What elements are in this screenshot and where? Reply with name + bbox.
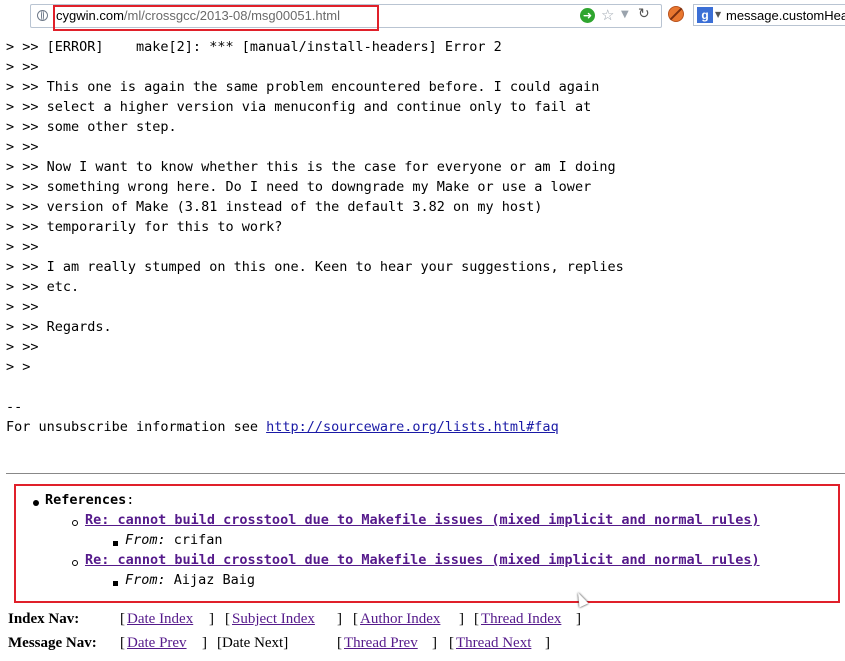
quoted-line: > > <box>6 359 31 375</box>
bracket: ] <box>209 611 214 627</box>
bracket: ] <box>576 611 581 627</box>
bullet-square-icon <box>113 581 118 586</box>
url-highlight-box <box>53 5 379 31</box>
quoted-line: > >> <box>6 239 39 255</box>
subject-index-link[interactable]: Subject Index <box>232 611 315 628</box>
reference-link-2[interactable]: Re: cannot build crosstool due to Makefi… <box>85 552 760 568</box>
bracket: [ <box>120 635 125 651</box>
unsubscribe-line: For unsubscribe information see http://s… <box>6 417 559 437</box>
date-index-link[interactable]: Date Index <box>127 611 193 628</box>
bookmark-star-icon[interactable]: ☆ <box>601 6 614 24</box>
search-input-text[interactable]: message.customHea <box>726 8 845 23</box>
quoted-line: > >> something wrong here. Do I need to … <box>6 179 592 195</box>
references-colon: : <box>126 492 135 508</box>
references-heading: References: <box>45 492 134 508</box>
quoted-line: > >> etc. <box>6 279 80 295</box>
url-text[interactable]: cygwin.com/ml/crossgcc/2013-08/msg00051.… <box>53 5 379 31</box>
bracket: [ <box>474 611 479 627</box>
thread-index-link[interactable]: Thread Index <box>481 611 561 628</box>
from-name: Aijaz Baig <box>173 572 256 588</box>
date-next-label: Date Next <box>222 635 284 651</box>
bracket: [ <box>337 635 342 651</box>
horizontal-rule <box>6 473 845 474</box>
date-prev-link[interactable]: Date Prev <box>127 635 187 652</box>
signature-separator: -- <box>6 399 23 415</box>
address-bar[interactable]: cygwin.com/ml/crossgcc/2013-08/msg00051.… <box>30 4 662 31</box>
quoted-line: > >> [ERROR] make[2]: *** [manual/instal… <box>6 39 502 55</box>
reload-icon[interactable]: ↻ <box>638 6 650 22</box>
date-next-text: [Date Next] <box>217 635 289 651</box>
bracket: ] <box>337 611 342 627</box>
search-engine-dropdown-icon[interactable]: ▼ <box>715 10 721 19</box>
from-label: From: <box>125 532 166 548</box>
quoted-line: > >> Now I want to know whether this is … <box>6 159 616 175</box>
browser-toolbar: cygwin.com/ml/crossgcc/2013-08/msg00051.… <box>0 0 845 31</box>
bullet-disc-icon <box>33 500 39 506</box>
quoted-line: > >> This one is again the same problem … <box>6 79 600 95</box>
google-icon[interactable]: g <box>697 7 713 23</box>
bullet-square-icon <box>113 541 118 546</box>
quoted-line: > >> select a higher version via menucon… <box>6 99 592 115</box>
thread-prev-link[interactable]: Thread Prev <box>344 635 418 652</box>
thread-next-link[interactable]: Thread Next <box>456 635 531 652</box>
unsubscribe-text: For unsubscribe information see <box>6 419 267 435</box>
quoted-line: > >> temporarily for this to work? <box>6 219 283 235</box>
references-title: References <box>45 492 127 508</box>
bracket: [ <box>225 611 230 627</box>
addon-icon[interactable] <box>668 6 684 22</box>
quoted-line: > >> some other step. <box>6 119 177 135</box>
bracket: ] <box>202 635 207 651</box>
reference-from-1: From: crifan <box>125 532 223 548</box>
reference-from-2: From: Aijaz Baig <box>125 572 255 588</box>
bullet-circle-icon <box>72 520 78 526</box>
unsubscribe-link[interactable]: http://sourceware.org/lists.html#faq <box>266 419 559 435</box>
bracket: [ <box>353 611 358 627</box>
quoted-line: > >> <box>6 339 39 355</box>
bracket: ] <box>459 611 464 627</box>
search-bar[interactable]: g ▼ message.customHea <box>693 4 845 26</box>
quoted-line: > >> I am really stumped on this one. Ke… <box>6 259 624 275</box>
from-name: crifan <box>173 532 223 548</box>
quoted-line: > >> <box>6 59 39 75</box>
go-arrow-icon[interactable]: ➜ <box>580 8 595 23</box>
quoted-line: > >> Regards. <box>6 319 112 335</box>
bracket: ] <box>432 635 437 651</box>
references-section: References: Re: cannot build crosstool d… <box>14 484 840 603</box>
history-dropdown-icon[interactable]: ▼ <box>621 9 629 20</box>
quoted-line: > >> <box>6 139 39 155</box>
message-nav-label: Message Nav: <box>8 635 97 651</box>
reference-link-1[interactable]: Re: cannot build crosstool due to Makefi… <box>85 512 760 528</box>
quoted-line: > >> version of Make (3.81 instead of th… <box>6 199 543 215</box>
index-nav-label: Index Nav: <box>8 611 80 627</box>
from-label: From: <box>125 572 166 588</box>
bracket: ] <box>545 635 550 651</box>
quoted-line: > >> <box>6 299 39 315</box>
site-globe-icon <box>37 10 48 21</box>
bullet-circle-icon <box>72 560 78 566</box>
bracket: [ <box>120 611 125 627</box>
author-index-link[interactable]: Author Index <box>360 611 440 628</box>
bracket: [ <box>449 635 454 651</box>
